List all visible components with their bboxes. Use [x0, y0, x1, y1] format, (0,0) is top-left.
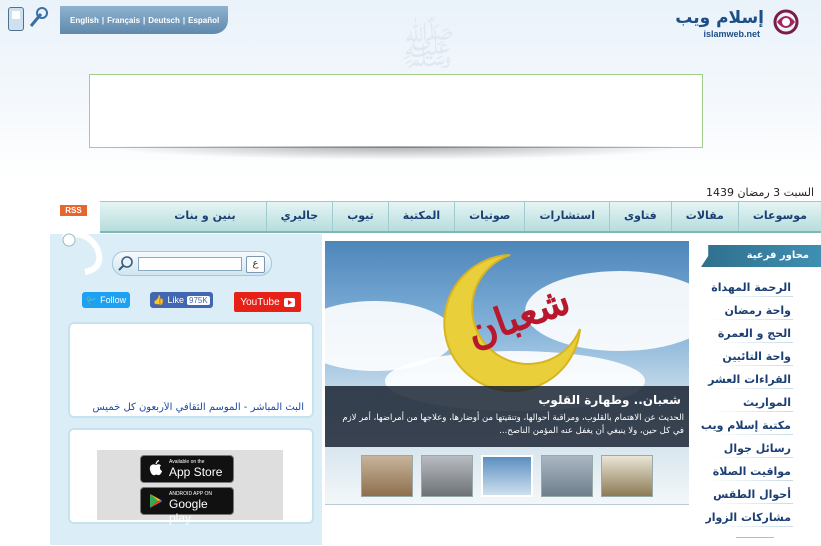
slide-thumbnail[interactable] — [421, 455, 473, 497]
facebook-like-label: Like — [167, 295, 185, 305]
twitter-follow-button[interactable]: 🐦 Follow — [82, 292, 130, 308]
advertisement-banner[interactable] — [89, 74, 703, 148]
youtube-button[interactable]: YouTube — [234, 292, 301, 312]
nav-library[interactable]: المكتبة — [387, 202, 454, 231]
search-icon[interactable] — [117, 254, 135, 272]
mobile-link-icon[interactable] — [27, 6, 49, 30]
app-store-button[interactable]: Available on the App Store — [140, 455, 234, 483]
twitter-follow-label: Follow — [100, 295, 127, 305]
slide-description: الحديث عن الاهتمام بالقلوب، ومراقبة أحوا… — [342, 413, 684, 436]
sub-item-repentants-oasis[interactable]: واحة التائبين — [700, 345, 821, 368]
site-logo-text[interactable]: إسلام ويب — [675, 8, 764, 28]
sub-item-prophet-mercy[interactable]: الرحمة المهداة — [700, 276, 821, 299]
facebook-like-count: 975K — [187, 295, 210, 305]
play-icon — [283, 297, 295, 307]
nav-encyclopedias[interactable]: موسوعات — [737, 202, 821, 231]
nav-audio[interactable]: صوتيات — [454, 202, 524, 231]
twitter-bird-icon: 🐦 — [85, 294, 98, 305]
lang-french[interactable]: Français — [107, 16, 140, 25]
slide-thumbnail[interactable] — [601, 455, 653, 497]
apple-icon — [149, 460, 162, 476]
sub-item-mobile-messages[interactable]: رسائل جوال — [700, 437, 821, 460]
lang-german[interactable]: Deutsch — [148, 16, 180, 25]
search-input[interactable] — [138, 257, 242, 271]
rss-button[interactable]: RSS — [60, 205, 87, 216]
google-play-big-text: Google play — [169, 497, 208, 525]
nav-gallery[interactable]: جاليري — [265, 202, 333, 231]
nav-articles[interactable]: مقالات — [670, 202, 738, 231]
app-store-big-text: App Store — [169, 465, 223, 479]
nav-boys-girls[interactable]: بنين و بنات — [160, 202, 265, 231]
banner-shadow — [100, 146, 690, 160]
site-logo-mark-icon[interactable] — [771, 8, 801, 36]
arabic-keyboard-button[interactable]: ع — [246, 256, 265, 273]
thumbs-up-icon: 👍 — [153, 294, 165, 305]
decorative-swirl — [61, 231, 103, 275]
facebook-like-button[interactable]: 👍 Like 975K — [150, 292, 213, 308]
google-play-icon — [150, 494, 162, 508]
sub-item-ramadan-oasis[interactable]: واحة رمضان — [700, 299, 821, 322]
slide-title[interactable]: شعبان.. وطهارة القلوب — [538, 393, 681, 407]
nav-tube[interactable]: تيوب — [332, 202, 388, 231]
sub-item-islamweb-library[interactable]: مكتبة إسلام ويب — [700, 414, 821, 437]
lang-english[interactable]: English — [70, 16, 99, 25]
current-date: السبت 3 رمضان 1439 — [705, 186, 814, 199]
sub-item-ten-readings[interactable]: القراءات العشر — [700, 368, 821, 391]
nav-fatwas[interactable]: فتاوى — [609, 202, 671, 231]
main-navigation: موسوعات مقالات فتاوى استشارات صوتيات الم… — [100, 201, 821, 233]
youtube-label: YouTube — [240, 296, 280, 308]
slide-thumbnail-active[interactable] — [481, 455, 533, 497]
sub-item-inheritance[interactable]: المواريث — [700, 391, 821, 414]
nav-consultations[interactable]: استشارات — [524, 202, 609, 231]
site-logo-url: islamweb.net — [703, 29, 760, 39]
sub-item-prayer-times[interactable]: مواقيت الصلاة — [700, 460, 821, 483]
mobile-phone-icon[interactable] — [8, 7, 24, 31]
google-play-button[interactable]: ANDROID APP ON Google play — [140, 487, 234, 525]
live-broadcast-ticker[interactable]: البث المباشر - الموسم الثقافي الأربعون ك… — [78, 402, 304, 413]
sub-item-hajj-umrah[interactable]: الحج و العمرة — [700, 322, 821, 345]
sub-item-weather[interactable]: أحوال الطقس — [700, 483, 821, 506]
slide-thumbnail[interactable] — [541, 455, 593, 497]
sub-item-visitor-posts[interactable]: مشاركات الزوار — [700, 506, 821, 529]
sub-topics-header: محاور فرعية — [701, 245, 821, 267]
lang-spanish[interactable]: Español — [188, 16, 219, 25]
language-bar: English | Français | Deutsch | Español — [60, 6, 228, 34]
sub-topics-list: الرحمة المهداة واحة رمضان الحج و العمرة … — [700, 276, 821, 529]
slide-thumbnail[interactable] — [361, 455, 413, 497]
